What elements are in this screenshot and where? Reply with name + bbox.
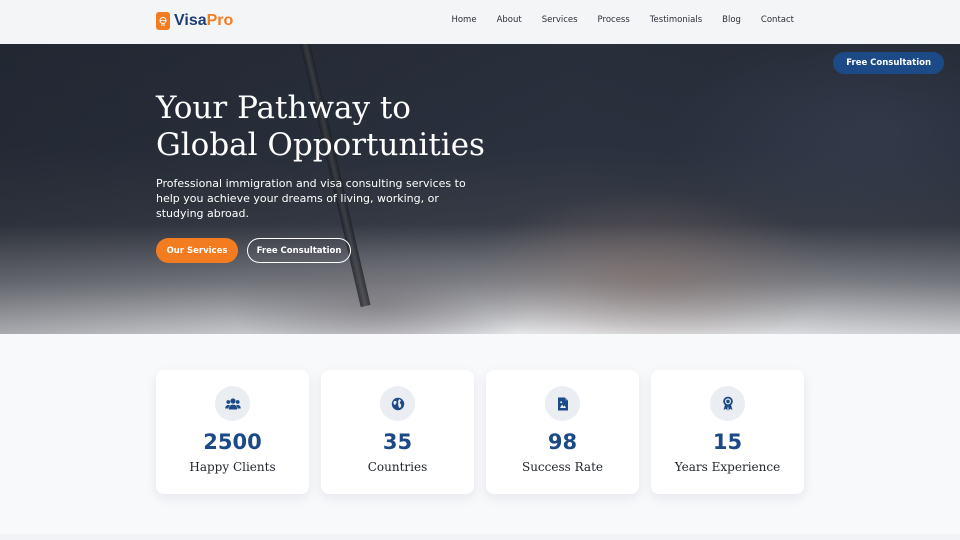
brand-name: VisaPro bbox=[174, 12, 233, 30]
nav-process[interactable]: Process bbox=[598, 15, 630, 25]
stat-value: 2500 bbox=[203, 430, 262, 454]
hero-title: Your Pathway to Global Opportunities bbox=[156, 90, 485, 163]
site-header: VisaPro Home About Services Process Test… bbox=[0, 0, 960, 44]
stat-label: Countries bbox=[367, 460, 428, 474]
stat-card-experience: 15 Years Experience bbox=[651, 370, 804, 494]
our-services-button[interactable]: Our Services bbox=[156, 238, 238, 263]
document-icon bbox=[545, 386, 580, 421]
stat-card-success: 98 Success Rate bbox=[486, 370, 639, 494]
stat-label: Years Experience bbox=[674, 460, 781, 474]
free-consultation-button[interactable]: Free Consultation bbox=[247, 238, 351, 263]
stat-value: 35 bbox=[382, 430, 413, 454]
globe-icon bbox=[380, 386, 415, 421]
nav-testimonials[interactable]: Testimonials bbox=[650, 15, 702, 25]
stat-card-clients: 2500 Happy Clients bbox=[156, 370, 309, 494]
hero-overlay bbox=[0, 44, 960, 334]
brand-name-part2: Pro bbox=[206, 12, 234, 29]
stats-section: 2500 Happy Clients 35 Countries 98 Succe… bbox=[156, 370, 804, 494]
nav-contact[interactable]: Contact bbox=[761, 15, 794, 25]
nav-about[interactable]: About bbox=[497, 15, 522, 25]
logo[interactable]: VisaPro bbox=[156, 12, 233, 30]
award-icon bbox=[710, 386, 745, 421]
stat-label: Success Rate bbox=[521, 460, 603, 474]
next-section-edge bbox=[0, 534, 960, 540]
stat-value: 98 bbox=[547, 430, 578, 454]
hero-section: Free Consultation Your Pathway to Global… bbox=[0, 44, 960, 334]
stat-card-countries: 35 Countries bbox=[321, 370, 474, 494]
main-nav: Home About Services Process Testimonials… bbox=[431, 15, 794, 25]
free-consultation-header-button[interactable]: Free Consultation bbox=[833, 52, 944, 74]
passport-icon bbox=[156, 12, 170, 30]
nav-home[interactable]: Home bbox=[451, 15, 476, 25]
users-icon bbox=[215, 386, 250, 421]
brand-name-part1: Visa bbox=[174, 12, 207, 29]
nav-blog[interactable]: Blog bbox=[722, 15, 741, 25]
nav-services[interactable]: Services bbox=[542, 15, 578, 25]
stat-value: 15 bbox=[712, 430, 743, 454]
stat-label: Happy Clients bbox=[189, 460, 276, 474]
hero-subtitle: Professional immigration and visa consul… bbox=[156, 177, 466, 220]
